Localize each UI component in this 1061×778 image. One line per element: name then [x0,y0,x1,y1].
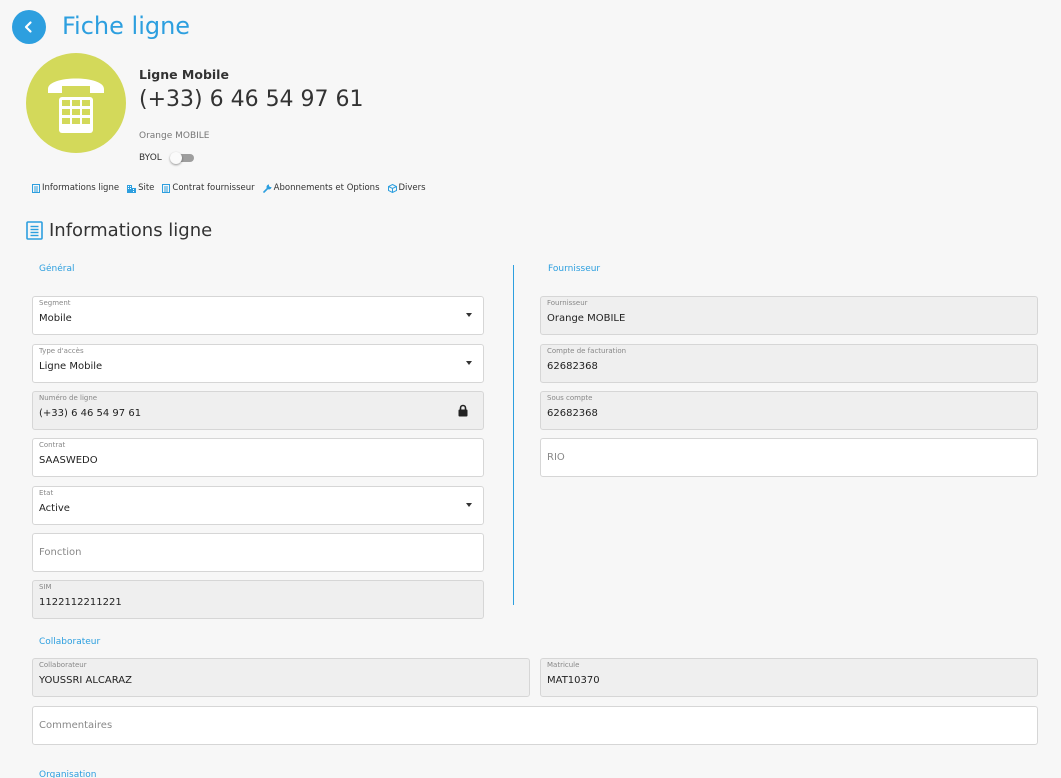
box-icon [387,183,397,193]
avatar [26,53,126,153]
nav-tab-label: Contrat fournisseur [172,183,255,193]
nav-tab-contrat-fournisseur[interactable]: Contrat fournisseur [162,183,255,193]
nav-tab-label: Divers [398,183,426,193]
line-number-display: (+33) 6 46 54 97 61 [139,87,364,112]
section-title: Informations ligne [49,220,213,241]
field-value: Mobile [39,313,72,324]
group-label-collaborateur: Collaborateur [39,637,101,647]
lock-icon [458,404,468,417]
field-label: Numéro de ligne [39,394,98,402]
field-value: Active [39,503,70,514]
caret-down-icon [466,361,472,365]
group-label-fournisseur: Fournisseur [548,264,601,274]
group-label-organisation: Organisation [39,770,97,778]
page-title: Fiche ligne [62,12,191,40]
sub-account-field: Sous compte 62682368 [540,391,1038,430]
document-icon [32,183,40,193]
collaborator-field: Collaborateur YOUSSRI ALCARAZ [32,658,530,697]
nav-tab-label: Abonnements et Options [273,183,380,193]
contract-input[interactable]: Contrat SAASWEDO [32,438,484,477]
field-placeholder: Commentaires [39,720,113,731]
field-value: Ligne Mobile [39,361,103,372]
field-placeholder: RIO [547,452,565,463]
field-value: YOUSSRI ALCARAZ [39,675,132,686]
line-type: Ligne Mobile [139,67,229,82]
caret-down-icon [466,313,472,317]
document-icon [26,221,43,240]
document-icon [162,183,171,193]
function-input[interactable]: Fonction [32,533,484,572]
matricule-field: Matricule MAT10370 [540,658,1038,697]
field-label: Fournisseur [547,299,588,307]
field-label: Type d'accès [39,347,84,355]
field-value: (+33) 6 46 54 97 61 [39,408,142,419]
nav-tab-divers[interactable]: Divers [387,183,426,193]
access-type-select[interactable]: Type d'accès Ligne Mobile [32,344,484,383]
column-divider [513,265,514,605]
comments-input[interactable]: Commentaires [32,706,1038,745]
field-label: Compte de facturation [547,347,627,355]
rio-input[interactable]: RIO [540,438,1038,477]
phone-icon [48,78,104,133]
nav-tab-label: Site [138,183,155,193]
segment-select[interactable]: Segment Mobile [32,296,484,335]
byol-toggle[interactable] [169,152,194,164]
building-icon [127,184,137,193]
field-placeholder: Fonction [39,547,82,558]
caret-down-icon [466,503,472,507]
nav-tab-label: Informations ligne [42,183,120,193]
chevron-left-icon [24,21,32,33]
field-label: Matricule [547,661,580,669]
field-value: 62682368 [547,361,598,372]
field-label: Sous compte [547,394,593,402]
byol-label: BYOL [139,153,162,163]
supplier-field: Fournisseur Orange MOBILE [540,296,1038,335]
back-button[interactable] [12,10,46,44]
toggle-thumb [169,152,182,164]
line-number-field: Numéro de ligne (+33) 6 46 54 97 61 [32,391,484,430]
field-value: 62682368 [547,408,598,419]
section-nav: Informations ligne Site Contrat fourniss… [32,183,426,193]
field-value: 1122112211221 [39,597,122,608]
field-label: Etat [39,489,54,497]
wrench-icon [262,184,272,193]
nav-tab-site[interactable]: Site [127,183,154,193]
section-heading: Informations ligne [26,220,212,241]
field-label: SIM [39,583,52,591]
group-label-general: Général [39,264,75,274]
field-value: MAT10370 [547,675,600,686]
nav-tab-informations-ligne[interactable]: Informations ligne [32,183,119,193]
field-label: Segment [39,299,71,307]
field-label: Contrat [39,441,66,449]
header: Fiche ligne [12,10,190,44]
nav-tab-abonnements-options[interactable]: Abonnements et Options [262,183,380,193]
byol-row: BYOL [139,152,194,164]
field-value: SAASWEDO [39,455,98,466]
sim-field: SIM 1122112211221 [32,580,484,619]
field-label: Collaborateur [39,661,87,669]
field-value: Orange MOBILE [547,313,626,324]
state-select[interactable]: Etat Active [32,486,484,525]
billing-account-field: Compte de facturation 62682368 [540,344,1038,383]
operator-name: Orange MOBILE [139,131,210,141]
